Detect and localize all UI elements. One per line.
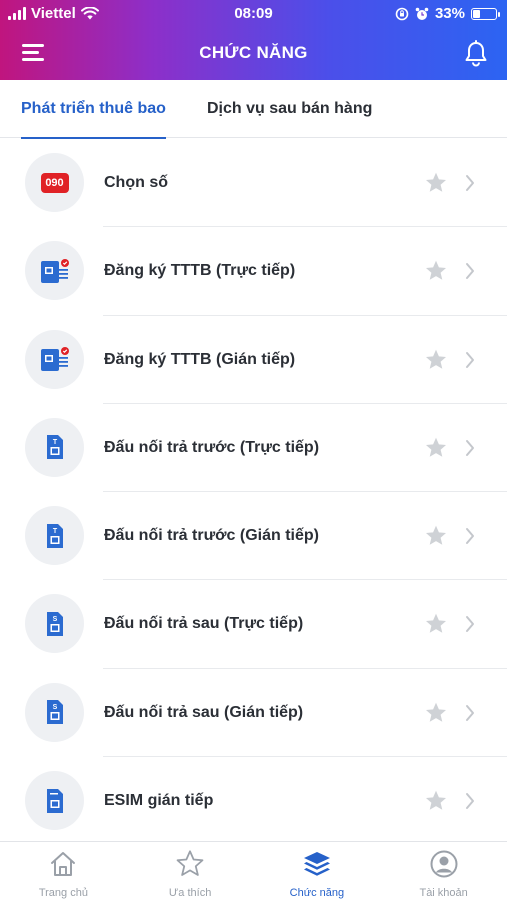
list-item-label: Đấu nối trả sau (Trực tiếp) [104, 615, 304, 633]
app-header: Viettel 08:09 33% CHỨC NĂNG [0, 0, 507, 80]
svg-text:T: T [52, 528, 57, 535]
bell-icon[interactable] [463, 40, 489, 68]
favorite-star-icon[interactable] [424, 701, 448, 725]
chevron-right-icon [466, 528, 474, 545]
status-right: 33% [395, 5, 500, 22]
chevron-right-icon [466, 616, 474, 633]
list-item-esim-gian-tiep[interactable]: ESIM gián tiếp [0, 757, 507, 845]
chevron-right-icon [466, 263, 474, 280]
nav-label: Chức năng [289, 887, 345, 899]
battery-icon [471, 7, 500, 20]
nav-label: Trang chủ [38, 887, 88, 899]
favorite-star-icon[interactable] [424, 612, 448, 636]
list-item-label: Đăng ký TTTB (Gián tiếp) [104, 350, 296, 368]
list-item-dau-noi-tra-sau-gian-tiep[interactable]: S Đấu nối trả sau (Gián tiếp) [0, 669, 507, 758]
postpaid-sim-icon: S [25, 594, 84, 654]
nav-label: Ưa thích [168, 887, 212, 899]
chevron-right-icon [466, 175, 474, 191]
list-item-dau-noi-tra-sau-truc-tiep[interactable]: S Đấu nối trả sau (Trực tiếp) [0, 580, 507, 669]
svg-text:S: S [52, 616, 57, 623]
list-item-label: Đấu nối trả trước (Trực tiếp) [104, 438, 320, 456]
list-item-dang-ky-tttb-truc-tiep[interactable]: Đăng ký TTTB (Trực tiếp) [0, 227, 507, 316]
svg-text:T: T [52, 439, 57, 446]
nav-item-tai-khoan[interactable]: Tài khoản [380, 842, 507, 900]
favorite-star-icon[interactable] [424, 789, 448, 813]
status-bar: Viettel 08:09 33% [0, 0, 507, 28]
nav-label: Tài khoản [419, 887, 468, 899]
list-item-label: Đấu nối trả trước (Gián tiếp) [104, 527, 319, 545]
list-item-chon-so[interactable]: 090 Chọn số [0, 139, 507, 228]
list-item-label: Chọn số [104, 174, 168, 191]
star-icon [175, 849, 205, 879]
favorite-star-icon[interactable] [424, 436, 448, 460]
home-icon [48, 849, 78, 879]
list-item-dau-noi-tra-truoc-gian-tiep[interactable]: T Đấu nối trả trước (Gián tiếp) [0, 492, 507, 581]
list-item-label: Đăng ký TTTB (Trực tiếp) [104, 262, 296, 280]
prepaid-sim-icon: T [25, 417, 84, 477]
tab-bar: Phát triển thuê bao Dịch vụ sau bán hàng [0, 80, 507, 139]
bottom-nav: Trang chủ Ưa thích Chức năng Tài khoản [0, 841, 507, 900]
list-item-dau-noi-tra-truoc-truc-tiep[interactable]: T Đấu nối trả trước (Trực tiếp) [0, 404, 507, 493]
function-list: 090 Chọn số Đăng ký TTTB (Trực tiếp) Đăn… [0, 139, 507, 845]
number-badge: 090 [40, 172, 69, 193]
svg-text:S: S [52, 704, 57, 711]
account-icon [429, 849, 459, 879]
battery-percent: 33% [434, 5, 465, 22]
sim-register-icon [25, 329, 84, 389]
chevron-right-icon [466, 704, 474, 721]
postpaid-sim-icon: S [25, 682, 84, 742]
chevron-right-icon [466, 351, 474, 368]
favorite-star-icon[interactable] [424, 171, 448, 195]
prepaid-sim-icon: T [25, 506, 84, 566]
chevron-right-icon [466, 439, 474, 456]
nav-item-ua-thich[interactable]: Ưa thích [127, 842, 254, 900]
nav-item-chuc-nang[interactable]: Chức năng [254, 842, 381, 900]
page-title: CHỨC NĂNG [199, 43, 308, 62]
number-090-icon: 090 [25, 153, 84, 212]
layers-icon [302, 849, 332, 879]
nav-item-trang-chu[interactable]: Trang chủ [0, 842, 127, 900]
sim-register-icon [25, 241, 84, 301]
chevron-right-icon [466, 793, 474, 810]
favorite-star-icon[interactable] [424, 348, 448, 372]
list-item-dang-ky-tttb-gian-tiep[interactable]: Đăng ký TTTB (Gián tiếp) [0, 316, 507, 404]
battery-level [473, 9, 480, 18]
favorite-star-icon[interactable] [424, 524, 448, 548]
tab-phat-trien-thue-bao[interactable]: Phát triển thuê bao [21, 80, 166, 139]
orientation-lock-icon [395, 7, 409, 20]
favorite-star-icon[interactable] [424, 259, 448, 283]
list-item-label: Đấu nối trả sau (Gián tiếp) [104, 703, 304, 721]
tab-dich-vu-sau-ban-hang[interactable]: Dịch vụ sau bán hàng [207, 80, 372, 138]
esim-icon [25, 771, 84, 831]
list-item-label: ESIM gián tiếp [104, 792, 214, 810]
alarm-icon [415, 7, 429, 20]
